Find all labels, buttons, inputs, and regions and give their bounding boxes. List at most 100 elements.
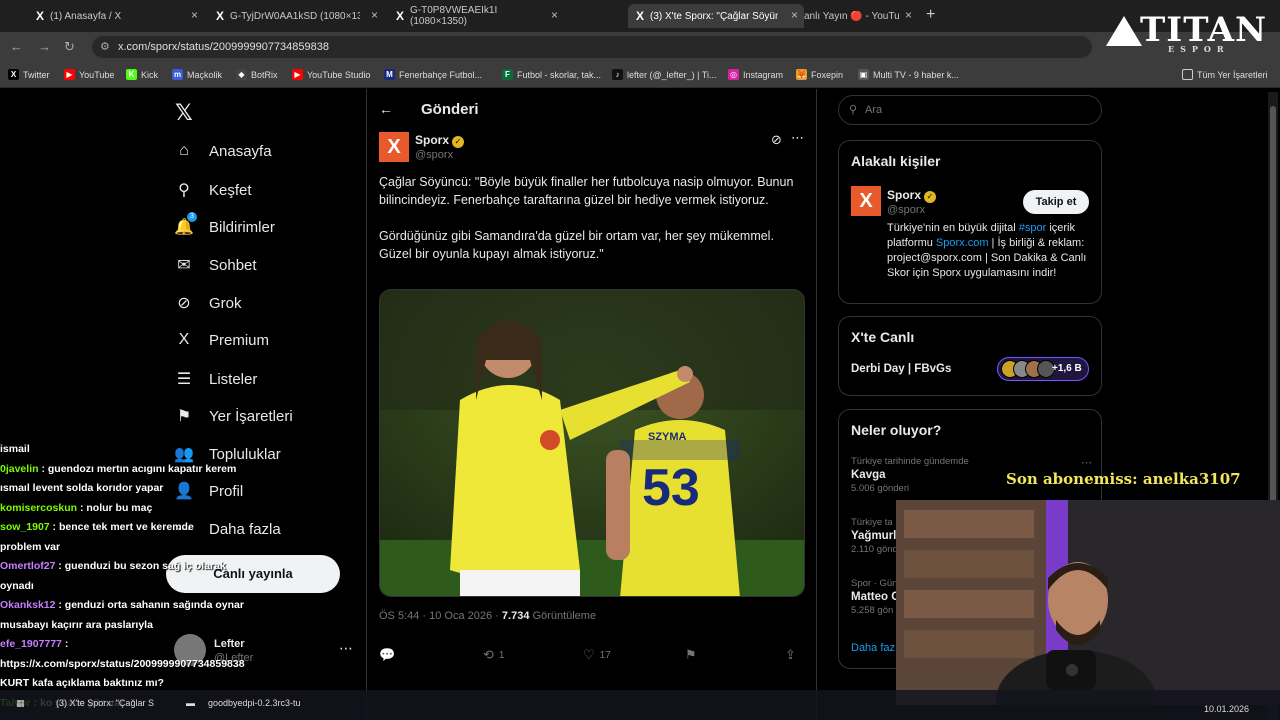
url-field[interactable]: ⚙ x.com/sporx/status/2009999907734859838 [92, 36, 1092, 58]
browser-tab[interactable]: X G-T0P8VWEAEIk1I (1080×1350) × [388, 4, 564, 28]
live-listeners-pill[interactable]: +1,6 B [997, 357, 1089, 381]
show-more-link[interactable]: Daha faz [851, 642, 895, 654]
tab-label: G-TyjDrW0AA1kSD (1080×1350) [230, 10, 361, 22]
taskbar-item[interactable]: goodbyedpi-0.2.3rc3-tu [208, 698, 301, 708]
site-settings-icon[interactable]: ⚙ [100, 40, 110, 53]
bookmark-item[interactable]: X Twitter [8, 69, 50, 80]
author-avatar[interactable]: X [379, 132, 409, 162]
nav-item-messages[interactable]: ✉ Sohbet [174, 255, 256, 275]
new-tab-icon[interactable]: + [926, 6, 935, 24]
bookmark-label: Instagram [743, 69, 784, 80]
back-arrow-icon[interactable]: ← [379, 101, 393, 117]
bookmark-item[interactable]: ▣ Multi TV - 9 haber k... [858, 69, 959, 80]
chat-text: KURT kafa açıklama baktınız mı? [0, 677, 164, 689]
chat-username: efe_1907777 [0, 638, 62, 650]
chat-message: ısmaıl levent solda korıdor yapar [0, 479, 300, 499]
nav-item-lists[interactable]: ☰ Listeler [174, 369, 258, 389]
bookmark-item[interactable]: ▶ YouTube [64, 69, 114, 80]
browser-tab-active[interactable]: X (3) X'te Sporx: "Çağlar Söyüncü × [628, 4, 804, 28]
taskbar-item[interactable]: (3) X'te Sporx: "Çağlar S [56, 698, 154, 708]
tweet-meta: ÖS 5:44 · 10 Oca 2026 · 7.734 Görüntülem… [379, 610, 596, 622]
author-name-row[interactable]: Sporx ✓ [415, 133, 465, 148]
back-icon[interactable]: ← [10, 39, 23, 54]
folder-icon[interactable]: ▬ [186, 698, 195, 708]
all-bookmarks-folder[interactable]: Tüm Yer İşaretleri [1182, 69, 1268, 80]
bookmark-item[interactable]: ◎ Instagram [728, 69, 783, 80]
like-button[interactable]: ♡ 17 [583, 647, 611, 663]
bookmark-item[interactable]: ▶ YouTube Studio [292, 69, 370, 80]
close-icon[interactable]: × [371, 8, 378, 22]
tweet-text: Çağlar Söyüncü: "Böyle büyük finaller he… [379, 175, 794, 261]
more-icon[interactable]: ⋯ [791, 130, 804, 146]
close-icon[interactable]: × [191, 8, 198, 22]
related-avatar[interactable]: X [851, 186, 881, 216]
more-icon[interactable]: ⋯ [339, 640, 353, 657]
browser-tab[interactable]: X G-TyjDrW0AA1kSD (1080×1350) × [208, 4, 384, 28]
bookmark-item[interactable]: m Maçkolik [172, 69, 222, 80]
reply-button[interactable]: 💬 [379, 647, 400, 663]
bookmark-label: Kick [141, 69, 159, 80]
bookmarks-bar: X Twitter ▶ YouTube K Kick m Maçkolik ◆ BotRix ▶ Yo… [0, 62, 1280, 88]
more-icon[interactable]: ⋯ [1081, 456, 1092, 469]
bookmark-favicon-icon: M [384, 69, 395, 80]
post-header: ← Gönderi [367, 89, 817, 131]
bookmark-button[interactable]: ⚑ [685, 647, 702, 663]
bookmark-label: YouTube [79, 69, 115, 80]
taskbar-clock: 10.01.2026 [1204, 704, 1250, 714]
repost-button[interactable]: ⟲ 1 [483, 647, 504, 663]
author-handle[interactable]: @sporx [415, 149, 453, 161]
related-name-row[interactable]: Sporx ✓ [887, 188, 937, 203]
nav-item-label: Listeler [209, 370, 258, 388]
forward-icon[interactable]: → [38, 39, 51, 54]
chat-text: : genduzi orta sahanın sağında oynar [55, 599, 244, 611]
nav-item-bookmarks[interactable]: ⚑ Yer İşaretleri [174, 406, 293, 426]
share-button[interactable]: ⇪ [785, 647, 801, 663]
bookmark-item[interactable]: F Futbol - skorlar, tak... [502, 69, 601, 80]
trend-item[interactable]: Türkiye tarihinde gündemde Kavga 5.006 g… [851, 456, 969, 494]
search-input[interactable]: ⚲ Ara [838, 95, 1102, 125]
close-icon[interactable]: × [905, 8, 912, 22]
bookmark-favicon-icon: ◆ [236, 69, 247, 80]
start-icon[interactable]: ▦ [16, 698, 25, 709]
browser-tab[interactable]: X (1) Anasayfa / X × [28, 4, 204, 28]
chat-message: https://x.com/sporx/status/2009999907734… [0, 655, 300, 675]
live-item-title[interactable]: Derbi Day | FBvGs [851, 363, 951, 375]
reload-icon[interactable]: ↻ [64, 39, 75, 55]
chat-message: komisercoskun : nolur bu maç [0, 499, 300, 519]
heart-icon: ♡ [583, 647, 595, 662]
trend-count: 5.258 gön [851, 605, 894, 616]
chat-username: 0javelin [0, 462, 39, 475]
tweet-actions: 💬 ⟲ 1 ♡ 17 ⚑ ⇪ [379, 647, 805, 665]
x-logo-icon[interactable]: 𝕏 [175, 100, 193, 126]
nav-item-explore[interactable]: ⚲ Keşfet [174, 180, 251, 200]
scrollbar-thumb[interactable] [1270, 106, 1276, 522]
nav-item-premium[interactable]: X Premium [174, 331, 269, 349]
bookmark-item[interactable]: M Fenerbahçe Futbol... [384, 69, 482, 80]
hashtag-link[interactable]: #spor [1019, 222, 1047, 234]
bookmark-label: Twitter [23, 69, 50, 80]
trend-item[interactable]: Spor · Gün Matteo G 5.258 gön [851, 578, 900, 616]
bookmark-item[interactable]: 🦊 Foxepin [796, 69, 843, 80]
browser-tab[interactable]: anlı Yayın 🔴 - YouTub × [796, 4, 918, 28]
trend-title: Kavga [851, 469, 886, 481]
grok-icon[interactable]: ⊘ [771, 132, 782, 148]
nav-item-notifications[interactable]: 🔔 Bildirimler 3 [174, 212, 275, 237]
bookmark-item[interactable]: ♪ lefter (@_lefter_) | Ti... [612, 69, 717, 80]
bookmark-favicon-icon: ◎ [728, 69, 739, 80]
bookmark-item[interactable]: ◆ BotRix [236, 69, 278, 80]
bookmark-favicon-icon: F [502, 69, 513, 80]
nav-item-grok[interactable]: ⊘ Grok [174, 293, 241, 313]
related-handle[interactable]: @sporx [887, 204, 925, 216]
bio-text: Türkiye'nin en büyük dijital [887, 222, 1019, 234]
follow-button[interactable]: Takip et [1023, 190, 1089, 214]
tweet-photo[interactable]: SZYMA 53 [379, 289, 805, 597]
bookmark-item[interactable]: K Kick [126, 69, 158, 80]
nav-item-home[interactable]: ⌂ Anasayfa [174, 142, 271, 160]
website-link[interactable]: Sporx.com [936, 237, 989, 249]
tweet-timestamp[interactable]: ÖS 5:44 · 10 Oca 2026 · [379, 610, 502, 622]
chat-message: oynadı [0, 577, 300, 597]
bookmarks-icon: ⚑ [176, 408, 192, 425]
bookmark-label: lefter (@_lefter_) | Ti... [627, 69, 717, 80]
trend-item[interactable]: Türkiye ta Yağmurl 2.110 gönd [851, 517, 898, 555]
close-icon[interactable]: × [551, 8, 558, 22]
